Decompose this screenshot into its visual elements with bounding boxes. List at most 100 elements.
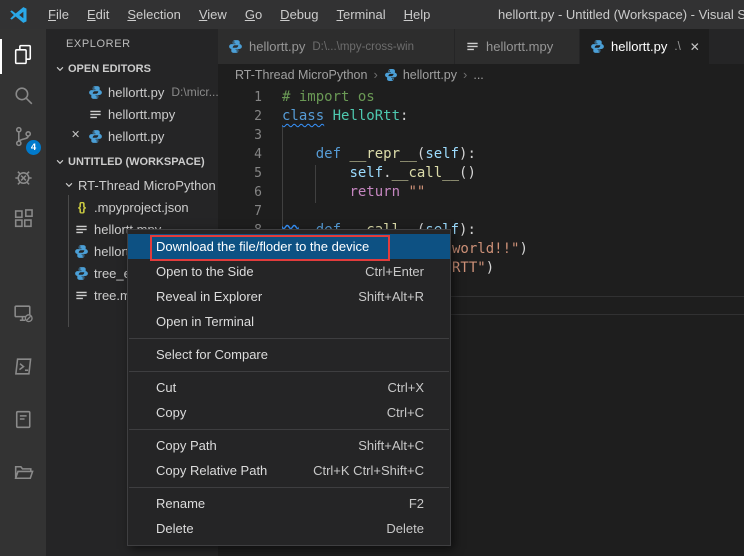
line-number: 3 (218, 126, 262, 145)
open-editors-header[interactable]: OPEN EDITORS (46, 57, 218, 81)
activity-bar: 4 (0, 29, 46, 556)
explorer-icon (11, 42, 36, 72)
tree-item-mpyproject-json[interactable]: {}.mpyproject.json (46, 196, 218, 218)
search-icon (11, 83, 36, 113)
tab-path-detail: D:\...\mpy-cross-win (312, 41, 414, 53)
menu-separator (129, 487, 449, 488)
context-menu-item-copy-relative-path[interactable]: Copy Relative PathCtrl+K Ctrl+Shift+C (128, 458, 450, 483)
output-icon (11, 407, 36, 437)
activity-remote-device-button[interactable] (0, 289, 46, 342)
menubar-item-debug[interactable]: Debug (271, 0, 327, 29)
menubar-item-file[interactable]: File (39, 0, 78, 29)
line-number: 1 (218, 88, 262, 107)
open-editor-item-hellortt-py[interactable]: ✕hellortt.py (46, 125, 218, 147)
code-fragment-line-9: world!!") (452, 240, 528, 259)
menu-item-label: Copy Relative Path (156, 458, 313, 483)
python-file-icon (228, 39, 243, 54)
code-line[interactable]: 6 return "" (218, 183, 744, 202)
activity-explorer-button[interactable] (0, 36, 46, 77)
python-file-icon (88, 85, 103, 100)
remote-device-icon (11, 301, 36, 331)
doc-file-icon (74, 288, 89, 303)
line-number: 2 (218, 107, 262, 126)
context-menu-item-rename[interactable]: RenameF2 (128, 491, 450, 516)
context-menu-item-copy-path[interactable]: Copy PathShift+Alt+C (128, 433, 450, 458)
open-editor-item-hellortt-mpy[interactable]: hellortt.mpy (46, 103, 218, 125)
workspace-header[interactable]: UNTITLED (WORKSPACE) (46, 150, 218, 174)
activity-folder-button[interactable] (0, 448, 46, 501)
open-editor-item-hellortt-py[interactable]: hellortt.py D:\micr... (46, 81, 218, 103)
python-file-icon (74, 244, 89, 259)
menu-bar: FileEditSelectionViewGoDebugTerminalHelp (39, 0, 439, 29)
activity-source-control-button[interactable]: 4 (0, 118, 46, 159)
tree-folder-rt-thread[interactable]: RT-Thread MicroPython (46, 174, 218, 196)
menubar-item-help[interactable]: Help (395, 0, 440, 29)
menu-item-label: Copy (156, 400, 387, 425)
menubar-item-view[interactable]: View (190, 0, 236, 29)
menubar-item-selection[interactable]: Selection (118, 0, 189, 29)
context-menu-item-open-in-terminal[interactable]: Open in Terminal (128, 309, 450, 334)
vscode-window: FileEditSelectionViewGoDebugTerminalHelp… (0, 0, 744, 556)
activity-search-button[interactable] (0, 77, 46, 118)
tab-hellortt-mpy[interactable]: hellortt.mpy (455, 29, 580, 64)
breadcrumb-segment-[interactable]: ... (473, 68, 483, 82)
context-menu-item-open-to-the-side[interactable]: Open to the SideCtrl+Enter (128, 259, 450, 284)
code-line[interactable]: 2class HelloRtt: (218, 107, 744, 126)
close-icon[interactable]: ✕ (690, 40, 700, 54)
doc-file-icon (88, 107, 103, 122)
file-label: hellortt.py (108, 85, 164, 100)
tab-path-detail: .\ (674, 41, 680, 53)
code-line[interactable]: 3 (218, 126, 744, 145)
context-menu-item-select-for-compare[interactable]: Select for Compare (128, 342, 450, 367)
activity-output-button[interactable] (0, 395, 46, 448)
chevron-right-icon: › (463, 67, 467, 82)
tab-bar: hellortt.pyD:\...\mpy-cross-winhellortt.… (218, 29, 744, 64)
code-line[interactable]: 1 # import os (218, 88, 744, 107)
chevron-down-icon (64, 180, 74, 190)
vscode-logo-icon (9, 5, 29, 25)
line-content: # import os (282, 88, 375, 107)
context-menu-item-download-the-file-floder-to-the-device[interactable]: Download the file/floder to the device (128, 234, 450, 259)
context-menu-item-copy[interactable]: CopyCtrl+C (128, 400, 450, 425)
activity-debug-button[interactable] (0, 159, 46, 200)
menubar-item-edit[interactable]: Edit (78, 0, 118, 29)
context-menu-item-delete[interactable]: DeleteDelete (128, 516, 450, 541)
file-label: tree.m (94, 288, 131, 303)
code-line[interactable]: 7 (218, 202, 744, 221)
context-menu-item-cut[interactable]: CutCtrl+X (128, 375, 450, 400)
line-number: 6 (218, 183, 262, 202)
extensions-icon (11, 206, 36, 236)
python-file-icon (590, 39, 605, 54)
activity-extensions-button[interactable] (0, 200, 46, 241)
tab-hellortt-py[interactable]: hellortt.py.\✕ (580, 29, 710, 64)
menu-item-label: Open in Terminal (156, 309, 424, 334)
folder-icon (11, 460, 36, 490)
context-menu: Download the file/floder to the deviceOp… (127, 229, 451, 546)
close-icon[interactable]: ✕ (71, 128, 85, 141)
line-content: self.__call__() (282, 164, 476, 183)
code-line[interactable]: 5 self.__call__() (218, 164, 744, 183)
tab-label: hellortt.py (249, 39, 305, 54)
menu-item-shortcut: Ctrl+K Ctrl+Shift+C (313, 458, 424, 483)
tab-hellortt-py-external[interactable]: hellortt.py D:\...\mpy-cross-win (218, 29, 455, 64)
line-number: 7 (218, 202, 262, 221)
code-line[interactable]: 4 def __repr__(self): (218, 145, 744, 164)
menu-item-shortcut: Ctrl+Enter (365, 259, 424, 284)
menu-separator (129, 371, 449, 372)
menu-item-label: Select for Compare (156, 342, 424, 367)
breadcrumb-segment-hellortt-py[interactable]: hellortt.py (384, 68, 457, 82)
menu-item-shortcut: Delete (386, 516, 424, 541)
python-file-icon (74, 266, 89, 281)
menu-item-label: Cut (156, 375, 388, 400)
file-path-detail: D:\micr... (171, 85, 218, 99)
line-content: def __repr__(self): (282, 145, 476, 164)
menubar-item-terminal[interactable]: Terminal (327, 0, 394, 29)
breadcrumb-label: ... (473, 68, 483, 82)
line-number: 5 (218, 164, 262, 183)
activity-terminal-button[interactable] (0, 342, 46, 395)
context-menu-item-reveal-in-explorer[interactable]: Reveal in ExplorerShift+Alt+R (128, 284, 450, 309)
tree-indent-guide (68, 195, 69, 327)
menubar-item-go[interactable]: Go (236, 0, 271, 29)
breadcrumb-segment-rt-thread-micropython[interactable]: RT-Thread MicroPython (235, 68, 367, 82)
menu-item-shortcut: Shift+Alt+C (358, 433, 424, 458)
